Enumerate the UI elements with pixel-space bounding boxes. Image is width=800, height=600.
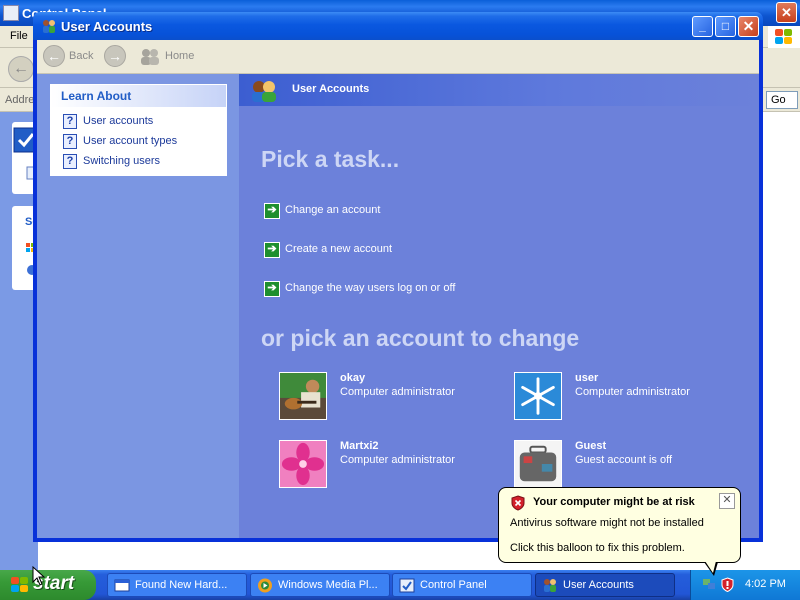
network-icon[interactable] [702,577,716,591]
learn-item-label[interactable]: User accounts [83,115,153,127]
page-banner: User Accounts [239,74,759,106]
back-arrow-icon[interactable]: ← [43,45,65,67]
left-task-pane: Learn About ? User accounts ? User accou… [37,74,239,538]
go-button[interactable]: Go [766,91,798,109]
account-user[interactable]: user Computer administrator [514,372,724,422]
back-button[interactable]: Back [69,50,93,62]
help-icon: ? [63,154,77,169]
security-alert-shield-icon[interactable] [721,577,734,592]
window-content: Learn About ? User accounts ? User accou… [37,74,759,538]
control-panel-close-button[interactable]: ✕ [776,2,797,23]
hardware-wizard-icon [114,579,130,592]
balloon-close-button[interactable]: ✕ [719,493,735,509]
balloon-pointer-fill [705,561,716,573]
maximize-button[interactable]: □ [715,16,736,37]
account-type: Computer administrator [340,454,455,466]
taskbar-button-label[interactable]: Windows Media Pl... [278,579,378,591]
balloon-instruction[interactable]: Click this balloon to fix this problem. [510,542,685,554]
taskbar-button-user-accounts[interactable]: User Accounts [535,573,675,597]
balloon-message[interactable]: Antivirus software might not be installe… [510,517,704,529]
task-label[interactable]: Change the way users log on or off [285,282,455,294]
menu-file[interactable]: File [10,30,28,42]
account-type: Guest account is off [575,454,673,466]
control-panel-icon [3,5,19,21]
windows-flag-icon [11,577,28,592]
home-icon[interactable] [139,48,161,66]
account-picture-snowflake[interactable] [514,372,562,420]
taskbar-button-windows-media-player[interactable]: Windows Media Pl... [250,573,390,597]
clock[interactable]: 4:02 PM [745,578,786,590]
green-arrow-icon: ➔ [264,281,280,297]
learn-item-label[interactable]: User account types [83,135,177,147]
back-arrow-icon[interactable]: ← [8,56,34,82]
titlebar[interactable]: User Accounts _ □ ✕ [33,12,763,40]
media-player-icon [258,578,272,593]
green-arrow-icon: ➔ [264,242,280,258]
window-title: User Accounts [61,19,153,34]
pick-account-heading: or pick an account to change [261,325,580,351]
account-picture-guitar[interactable] [279,372,327,420]
banner-title: User Accounts [292,83,370,95]
task-label[interactable]: Change an account [285,204,380,216]
taskbar: start Found New Hard... Windows Media Pl… [0,570,800,600]
taskbar-button-found-new-hardware[interactable]: Found New Hard... [107,573,247,597]
task-label[interactable]: Create a new account [285,243,392,255]
account-guest[interactable]: Guest Guest account is off [514,440,724,490]
main-pane: User Accounts Pick a task... ➔ Change an… [239,74,759,538]
balloon-title[interactable]: Your computer might be at risk [533,496,695,508]
green-arrow-icon: ➔ [264,203,280,219]
pick-task-heading: Pick a task... [261,146,400,172]
account-type: Computer administrator [340,386,455,398]
home-button[interactable]: Home [165,50,194,62]
taskbar-button-label[interactable]: Found New Hard... [135,579,227,591]
account-name[interactable]: Guest [575,440,606,452]
learn-about-box: Learn About ? User accounts ? User accou… [50,84,227,176]
windows-logo-icon [768,26,800,48]
security-balloon[interactable]: Your computer might be at risk ✕ Antivir… [498,487,741,563]
control-panel-icon [399,578,415,593]
taskbar-button-control-panel[interactable]: Control Panel [392,573,532,597]
taskbar-button-label[interactable]: User Accounts [563,579,634,591]
learn-about-header: Learn About [51,85,226,107]
account-name[interactable]: Martxi2 [340,440,379,452]
start-button[interactable]: start [0,570,96,600]
close-button[interactable]: ✕ [738,16,759,37]
account-name[interactable]: user [575,372,598,384]
account-picture-flower[interactable] [279,440,327,488]
account-okay[interactable]: okay Computer administrator [279,372,489,422]
help-icon: ? [63,114,77,129]
account-picture-suitcase[interactable] [514,440,562,488]
forward-arrow-icon[interactable]: → [104,45,126,67]
taskbar-button-label[interactable]: Control Panel [420,579,487,591]
security-shield-icon [511,495,525,511]
account-type: Computer administrator [575,386,690,398]
account-name[interactable]: okay [340,372,365,384]
minimize-button[interactable]: _ [692,16,713,37]
navigation-toolbar: ← Back → Home [37,40,759,74]
user-accounts-icon [252,81,276,102]
account-martxi2[interactable]: Martxi2 Computer administrator [279,440,489,490]
learn-item-label[interactable]: Switching users [83,155,160,167]
user-accounts-app-icon [43,20,55,33]
user-accounts-window: User Accounts _ □ ✕ ← Back → Home Learn … [33,12,763,542]
mouse-cursor-icon [32,566,46,586]
user-accounts-icon [544,579,556,592]
help-icon: ? [63,134,77,149]
